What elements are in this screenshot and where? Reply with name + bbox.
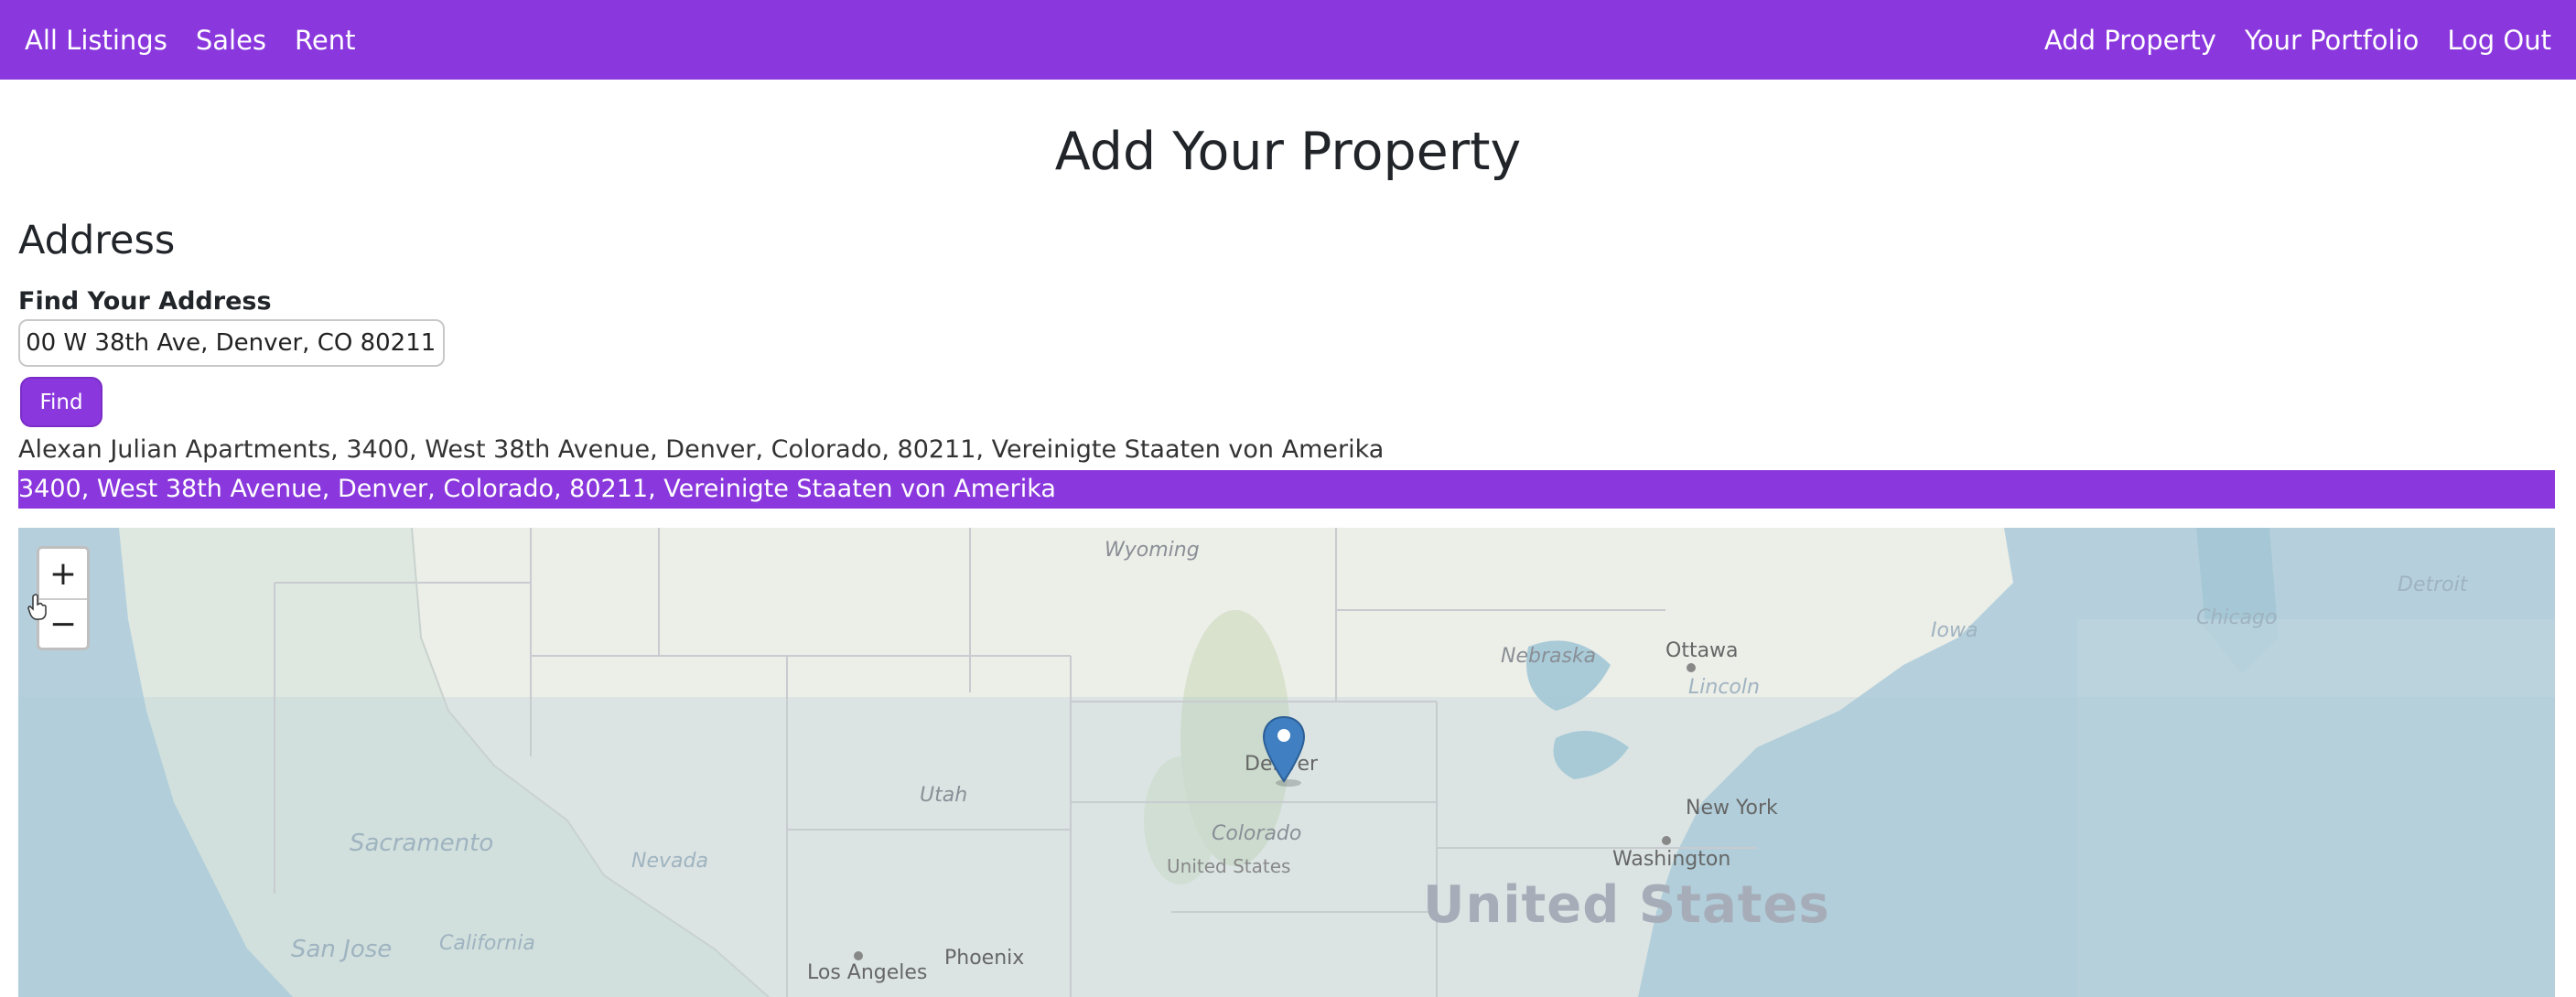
nav-log-out[interactable]: Log Out xyxy=(2447,25,2551,56)
page-title: Add Your Property xyxy=(1054,122,1522,182)
map-label-los-angeles: Los Angeles xyxy=(807,961,928,984)
map-label-new-york: New York xyxy=(1686,797,1778,820)
nav-your-portfolio[interactable]: Your Portfolio xyxy=(2245,25,2419,56)
map-label-united-states-big: United States xyxy=(1423,875,1830,935)
find-button[interactable]: Find xyxy=(20,377,102,427)
nav-right-group: Add Property Your Portfolio Log Out xyxy=(2016,0,2551,80)
nav-rent[interactable]: Rent xyxy=(295,25,355,56)
map-label-chicago: Chicago xyxy=(2196,606,2278,629)
address-result-item-selected[interactable]: 3400, West 38th Avenue, Denver, Colorado… xyxy=(18,470,2555,509)
nav-all-listings[interactable]: All Listings xyxy=(25,25,167,56)
map-label-united-states-small: United States xyxy=(1167,855,1291,877)
address-result-item[interactable]: Alexan Julian Apartments, 3400, West 38t… xyxy=(18,431,2555,469)
map-label-san-jose: San Jose xyxy=(291,936,393,963)
map-label-wyoming: Wyoming xyxy=(1105,539,1200,562)
nav-left-group: All Listings Sales Rent xyxy=(25,0,383,80)
map-label-nebraska: Nebraska xyxy=(1501,645,1597,668)
map-label-washington: Washington xyxy=(1612,848,1731,871)
map-label-sacramento: Sacramento xyxy=(350,830,494,857)
map-label-colorado: Colorado xyxy=(1212,822,1302,845)
map-label-nevada: Nevada xyxy=(631,850,708,873)
nav-add-property[interactable]: Add Property xyxy=(2044,25,2216,56)
map-label-phoenix: Phoenix xyxy=(944,947,1025,970)
map-label-iowa: Iowa xyxy=(1931,619,1978,642)
nav-sales[interactable]: Sales xyxy=(196,25,266,56)
zoom-in-button[interactable]: + xyxy=(39,549,87,600)
address-section-title: Address xyxy=(18,218,176,263)
map-label-detroit: Detroit xyxy=(2398,574,2468,596)
top-navbar: All Listings Sales Rent Add Property You… xyxy=(0,0,2576,80)
map-label-utah: Utah xyxy=(920,784,968,807)
map-label-california: California xyxy=(439,932,535,955)
map-label-lincoln: Lincoln xyxy=(1688,676,1760,699)
find-address-label: Find Your Address xyxy=(18,287,272,316)
address-search-input[interactable] xyxy=(18,319,445,367)
map-view[interactable]: Wyoming Nebraska Iowa Chicago Detroit Ot… xyxy=(18,528,2555,997)
map-label-ottawa: Ottawa xyxy=(1665,639,1739,662)
